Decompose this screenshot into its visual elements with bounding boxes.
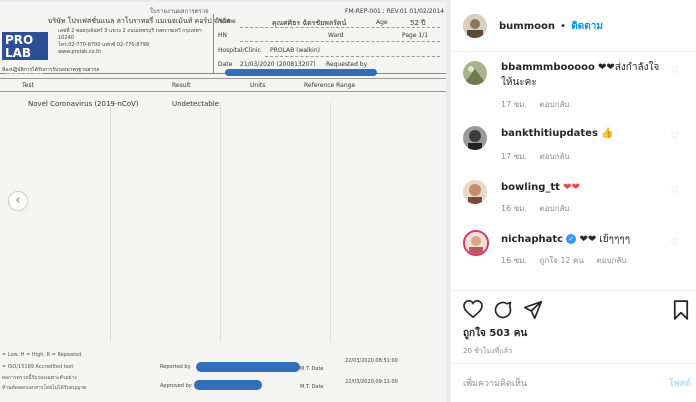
redaction-mark-date xyxy=(225,69,377,76)
requested-by-label: Requested by xyxy=(326,61,368,68)
separator-dot: • xyxy=(560,21,567,32)
name-underline xyxy=(240,27,440,28)
disclaimer-1: ผลการตรวจนี้รับรองเฉพาะตัวอย่าง xyxy=(2,375,77,381)
comment-meta: 17 ชม. ตอบกลับ xyxy=(501,150,579,163)
grid-line xyxy=(330,102,331,342)
post-time[interactable]: 20 ชั่วโมงที่แล้ว xyxy=(463,346,512,357)
hospital-label: Hospital/Clinic xyxy=(218,47,261,54)
grid-line xyxy=(220,102,221,342)
date-value: 21/03/2020 (200813207) xyxy=(240,61,316,68)
reported-by-label: Reported by xyxy=(160,364,191,370)
comment-likes[interactable]: ถูกใจ 12 คน xyxy=(540,256,584,265)
page-number: Page 1/1 xyxy=(402,32,429,39)
hn-label: HN xyxy=(218,32,227,39)
legend-note: = Low, H = High, R = Repeated xyxy=(2,352,82,358)
table-top-rule xyxy=(0,78,446,79)
comment-item: bbammmbooooo ❤❤ส่งกำลังใจให้นะคะ 17 ชม. … xyxy=(451,58,696,111)
comment-time[interactable]: 16 ชม. xyxy=(501,256,527,265)
owner-username[interactable]: bummoon xyxy=(499,21,555,32)
comment-time[interactable]: 16 ชม. xyxy=(501,204,527,213)
age-label: Age xyxy=(376,19,388,26)
disclaimer-2: ห้ามคัดลอกเอกสารโดยไม่ได้รับอนุญาต xyxy=(2,385,87,391)
post-sidebar: bummoon • ติดตาม bbammmbooooo ❤❤ส่งกำลัง… xyxy=(450,0,696,402)
bookmark-icon[interactable] xyxy=(673,300,689,324)
comment-meta: 16 ชม. ตอบกลับ xyxy=(501,202,579,215)
grid-line xyxy=(110,102,111,342)
lab-report-document: ใบรายงานผลการตรวจ FM-REP-001 ; REV.01 01… xyxy=(0,2,446,402)
commenter-avatar-story[interactable] xyxy=(463,230,489,256)
add-comment-bar: เพิ่มความคิดเห็น โพสต์ xyxy=(451,363,696,401)
comment-username[interactable]: bowling_tt xyxy=(501,182,560,193)
post-actions: ถูกใจ 503 คน 20 ชั่วโมงที่แล้ว เพิ่มความ… xyxy=(451,290,696,400)
reply-button[interactable]: ตอบกลับ xyxy=(540,100,570,109)
redaction-mark-reporter xyxy=(196,362,300,372)
commenter-avatar[interactable] xyxy=(463,61,487,85)
like-heart-icon[interactable] xyxy=(463,299,483,322)
reported-date: 22/03/2020,08:51:00 xyxy=(345,358,398,364)
mt-date-label: M.T. Date xyxy=(300,366,324,372)
table-header-rule xyxy=(0,91,446,92)
comment-input[interactable]: เพิ่มความคิดเห็น xyxy=(463,376,527,390)
redaction-mark-approver xyxy=(194,380,262,390)
comment-like-icon[interactable]: ♡ xyxy=(671,132,679,142)
approved-date: 22/03/2020,09:11:00 xyxy=(345,379,398,385)
test-name: Novel Coronavirus (2019-nCoV) xyxy=(28,100,139,108)
comment-time[interactable]: 17 ชม. xyxy=(501,100,527,109)
comment-item: bowling_tt ❤❤ 16 ชม. ตอบกลับ ♡ xyxy=(451,178,696,218)
reply-button[interactable]: ตอบกลับ xyxy=(596,256,626,265)
carousel-prev-button[interactable]: ‹ xyxy=(8,191,28,211)
comment-meta: 17 ชม. ตอบกลับ xyxy=(501,98,579,111)
col-reference: Reference Range xyxy=(304,82,356,89)
comment-username[interactable]: bbammmbooooo xyxy=(501,62,595,73)
company-name: บริษัท โปรเฟสชั่นแนล ลาโบราทอรี่ แมเนจเม… xyxy=(48,17,231,25)
hospital-underline xyxy=(265,56,440,57)
col-result: Result xyxy=(172,82,191,89)
comment-text: ❤❤ xyxy=(563,182,580,193)
post-comment-button[interactable]: โพสต์ xyxy=(669,376,691,390)
company-address: เลขที่ 2 ซอยรุ่งจันทร์ 3 แขวง 2 ถนนเพชรบ… xyxy=(58,28,202,55)
hospital-value: PROLAB (walkin) xyxy=(270,47,320,54)
comment-username[interactable]: nichaphatc xyxy=(501,234,563,245)
comment-text: ❤❤ เย้ๆๆๆๆ xyxy=(579,234,631,245)
commenter-avatar[interactable] xyxy=(463,126,487,150)
col-units: Units xyxy=(250,82,266,89)
ward-label: Ward xyxy=(328,32,344,39)
hn-underline xyxy=(240,41,440,42)
name-label: Name xyxy=(218,18,236,25)
share-paper-plane-icon[interactable] xyxy=(523,300,543,324)
approved-by-label: Approved by xyxy=(160,383,192,389)
instagram-post-view: ใบรายงานผลการตรวจ FM-REP-001 ; REV.01 01… xyxy=(0,0,696,402)
comment-meta: 16 ชม. ถูกใจ 12 คน ตอบกลับ xyxy=(501,254,636,267)
accreditation-text: ห้องปฏิบัติการได้รับการรับรองมาตรฐานสากล xyxy=(2,67,100,73)
comment-bubble-icon[interactable] xyxy=(493,300,513,324)
comment-text: 👍 xyxy=(601,128,614,139)
date-label: Date xyxy=(218,61,233,68)
verified-badge-icon: ✓ xyxy=(566,234,577,244)
follow-button[interactable]: ติดตาม xyxy=(571,21,603,32)
owner-avatar[interactable] xyxy=(463,14,487,38)
iso-note: = ISO/15189 Accredited test xyxy=(2,364,74,370)
reply-button[interactable]: ตอบกลับ xyxy=(540,152,570,161)
comment-item: nichaphatc ✓ ❤❤ เย้ๆๆๆๆ 16 ชม. ถูกใจ 12 … xyxy=(451,230,696,272)
mt-date-label: M.T. Date xyxy=(300,384,324,390)
comment-like-icon[interactable]: ♡ xyxy=(671,66,679,76)
comment-like-icon[interactable]: ♡ xyxy=(671,238,679,248)
post-photo[interactable]: ใบรายงานผลการตรวจ FM-REP-001 ; REV.01 01… xyxy=(0,0,450,402)
col-test: Test xyxy=(22,82,34,89)
comment-username[interactable]: bankthitiupdates xyxy=(501,128,598,139)
commenter-avatar[interactable] xyxy=(463,180,487,204)
comment-like-icon[interactable]: ♡ xyxy=(671,186,679,196)
comment-item: bankthitiupdates 👍 17 ชม. ตอบกลับ ♡ xyxy=(451,124,696,164)
like-count[interactable]: ถูกใจ 503 คน xyxy=(463,326,527,341)
comment-time[interactable]: 17 ชม. xyxy=(501,152,527,161)
prolab-logo: PRO LAB Professional Laboratory Managemen… xyxy=(2,32,48,75)
test-result: Undetectable xyxy=(172,100,219,108)
reply-button[interactable]: ตอบกลับ xyxy=(540,204,570,213)
post-header: bummoon • ติดตาม xyxy=(451,0,696,52)
